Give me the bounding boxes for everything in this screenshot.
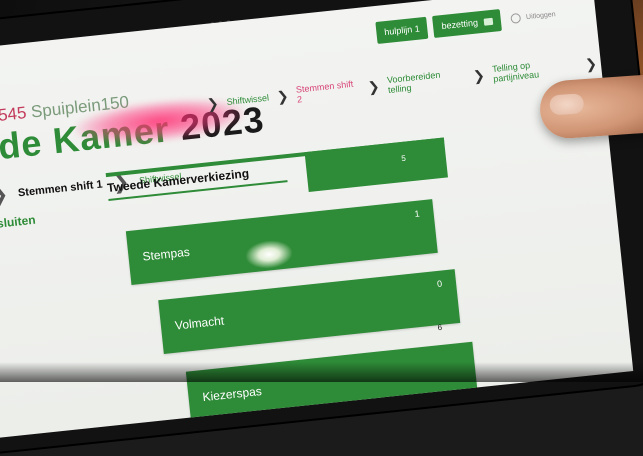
election-count: 5 [400,153,407,164]
chevron-right-icon: ❯ [472,66,486,84]
fingernail [549,93,585,116]
logout-link[interactable]: Uitloggen [510,9,556,24]
bezetting-label: bezetting [441,17,479,32]
camera-dots [210,11,236,27]
finger [538,73,643,141]
chevron-right-icon: ❯ [0,183,10,208]
hulplijn-label: hulplijn 1 [383,23,421,38]
station-number: 545 [0,103,28,125]
card-label: Stempas [141,244,191,264]
card-label: Kiezerspas [201,384,263,405]
chevron-right-icon: ❯ [275,87,290,105]
step-voorbereiden-telling[interactable]: Voorbereiden telling [386,67,466,95]
chevron-right-icon: ❯ [367,77,381,95]
hulplijn-button[interactable]: hulplijn 1 [375,16,429,44]
bottom-shadow [0,362,643,382]
bezetting-button[interactable]: bezetting [432,8,503,38]
volmacht-card[interactable]: Volmacht 0 [158,269,461,354]
close-button[interactable]: Afsluiten [0,213,36,232]
printer-icon [484,17,494,26]
election-header-block[interactable]: 5 [304,137,448,192]
topbar: hulplijn 1 bezetting Uitloggen [375,3,556,44]
tablet-device: hulplijn 1 bezetting Uitloggen eau 545 S… [0,0,643,456]
chevron-right-icon: ❯ [584,54,598,72]
card-count: 0 [436,278,443,290]
user-icon [510,12,522,24]
total-count: 6 [437,322,443,333]
logout-label: Uitloggen [525,11,556,22]
card-label: Volmacht [174,313,225,333]
card-count: 1 [414,208,421,219]
step-stemmen-shift-2[interactable]: Stemmen shift 2 [295,78,361,105]
kiezerspas-card[interactable]: Kiezerspas [185,341,478,426]
breadcrumb-current: Stemmen shift 1 [17,178,104,199]
chevron-right-icon: ❯ [206,94,220,112]
step-shiftwissel[interactable]: Shiftwissel [226,93,269,107]
